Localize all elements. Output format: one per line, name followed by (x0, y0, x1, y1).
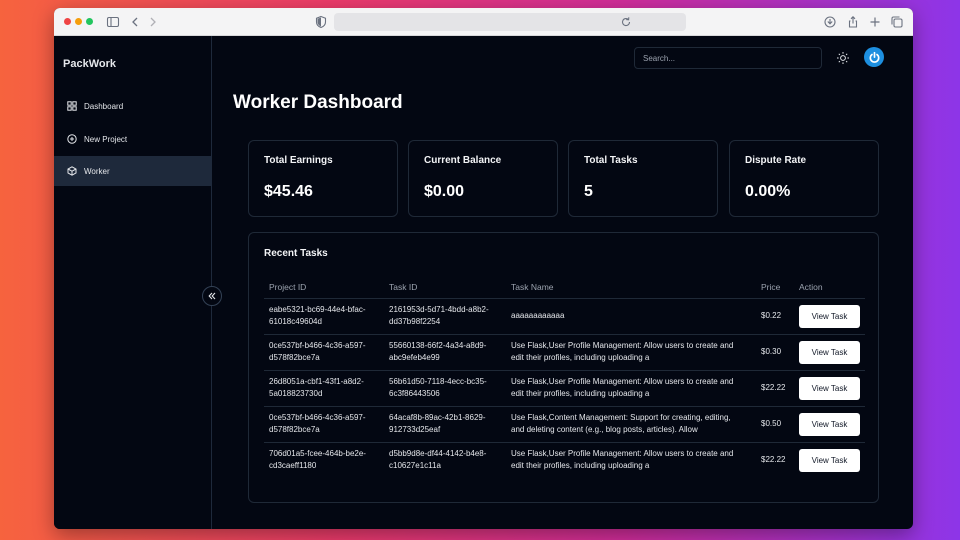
task-name-cell: Use Flask,User Profile Management: Allow… (511, 448, 734, 471)
view-task-button[interactable]: View Task (799, 448, 860, 472)
column-header-task-name: Task Name (506, 276, 756, 299)
back-arrow-icon[interactable] (128, 15, 142, 29)
task-id-cell: d5bb9d8e-df44-4142-b4e8-c10627e1c11a (389, 448, 487, 471)
action-cell: View Task (794, 370, 865, 407)
action-cell: View Task (794, 334, 865, 371)
table-row: 706d01a5-fcee-464b-be2e-cd3caeff1180 d5b… (264, 442, 865, 478)
power-icon (869, 51, 879, 63)
browser-window: PackWork Dashboard New Project Worker Se… (54, 8, 913, 529)
task-name-cell: aaaaaaaaaaaa (506, 298, 756, 335)
stat-value: 0.00% (745, 183, 791, 200)
stat-label: Current Balance (424, 155, 502, 166)
sidebar-item-new-project[interactable]: New Project (54, 124, 211, 154)
plus-circle-icon (67, 134, 77, 144)
price-cell: $22.22 (756, 370, 794, 407)
stat-value: $0.00 (424, 183, 465, 200)
stat-card-total-earnings: Total Earnings $45.46 (248, 140, 398, 217)
reload-icon[interactable] (619, 15, 633, 29)
sidebar-item-label: Worker (84, 166, 110, 176)
cube-icon (67, 166, 77, 176)
project-id-cell: 0ce537bf-b466-4c36-a597-d578f82bce7a (264, 334, 384, 371)
avatar[interactable] (864, 47, 884, 67)
task-name-cell: Use Flask,Content Management: Support fo… (506, 406, 756, 443)
project-id-cell: eabe5321-bc69-44e4-bfac-61018c49604d (264, 298, 384, 335)
grid-icon (67, 101, 77, 111)
view-task-button[interactable]: View Task (799, 304, 860, 328)
download-icon[interactable] (823, 15, 837, 29)
stat-label: Dispute Rate (745, 155, 807, 166)
shield-icon (315, 15, 327, 29)
stat-card-current-balance: Current Balance $0.00 (408, 140, 558, 217)
sidebar-item-label: New Project (84, 134, 128, 144)
action-cell: View Task (794, 442, 865, 478)
minimize-window-button[interactable] (75, 18, 82, 25)
price-cell: $0.50 (756, 406, 794, 443)
price-cell: $0.22 (756, 298, 794, 335)
task-id-cell: 56b61d50-7118-4ecc-bc35-6c3f86443506 (384, 370, 506, 407)
sun-icon[interactable] (836, 51, 850, 65)
stat-card-total-tasks: Total Tasks 5 (568, 140, 718, 217)
task-id-cell: 64acaf8b-89ac-42b1-8629-912733d25eaf (384, 406, 506, 443)
collapse-sidebar-button[interactable] (202, 286, 222, 306)
table-row: eabe5321-bc69-44e4-bfac-61018c49604d 216… (264, 298, 865, 335)
page-title: Worker Dashboard (233, 92, 403, 113)
table-row: 26d8051a-cbf1-43f1-a8d2-5a018823730d 56b… (264, 370, 865, 407)
sidebar-item-worker[interactable]: Worker (54, 156, 211, 186)
recent-tasks-title: Recent Tasks (264, 248, 328, 259)
stat-value: 5 (584, 183, 593, 200)
share-icon[interactable] (846, 15, 860, 29)
column-header-project-id: Project ID (264, 276, 384, 299)
tabs-overview-icon[interactable] (890, 15, 904, 29)
project-id-cell: 706d01a5-fcee-464b-be2e-cd3caeff1180 (269, 448, 366, 471)
table-row: 0ce537bf-b466-4c36-a597-d578f82bce7a 556… (264, 334, 865, 371)
forward-arrow-icon[interactable] (146, 15, 160, 29)
chevrons-left-icon (208, 292, 216, 300)
stat-label: Total Earnings (264, 155, 333, 166)
address-bar[interactable] (334, 13, 686, 31)
task-name-cell: Use Flask,User Profile Management: Allow… (506, 334, 756, 371)
sidebar-toggle-icon[interactable] (106, 15, 120, 29)
task-id-cell: 2161953d-5d71-4bdd-a8b2-dd37b98f2254 (384, 298, 506, 335)
column-header-action: Action (794, 276, 865, 299)
column-header-price: Price (756, 276, 794, 299)
table-header-row: Project ID Task ID Task Name Price Actio… (264, 276, 865, 299)
search-input[interactable] (634, 47, 822, 69)
action-cell: View Task (794, 298, 865, 335)
task-id-cell: 55660138-66f2-4a34-a8d9-abc9efeb4e99 (384, 334, 506, 371)
brand-logo: PackWork (63, 58, 116, 70)
recent-tasks-table: Project ID Task ID Task Name Price Actio… (264, 276, 865, 478)
sidebar-item-dashboard[interactable]: Dashboard (54, 91, 211, 121)
view-task-button[interactable]: View Task (799, 340, 860, 364)
new-tab-icon[interactable] (868, 15, 882, 29)
price-cell: $22.22 (761, 454, 786, 464)
browser-toolbar (54, 8, 913, 36)
stat-value: $45.46 (264, 183, 313, 200)
column-header-task-id: Task ID (384, 276, 506, 299)
close-window-button[interactable] (64, 18, 71, 25)
task-name-cell: Use Flask,User Profile Management: Allow… (506, 370, 756, 407)
stat-card-dispute-rate: Dispute Rate 0.00% (729, 140, 879, 217)
price-cell: $0.30 (756, 334, 794, 371)
sidebar-item-label: Dashboard (84, 101, 124, 111)
view-task-button[interactable]: View Task (799, 412, 860, 436)
view-task-button[interactable]: View Task (799, 376, 860, 400)
sidebar: PackWork Dashboard New Project Worker (54, 36, 212, 529)
maximize-window-button[interactable] (86, 18, 93, 25)
project-id-cell: 26d8051a-cbf1-43f1-a8d2-5a018823730d (264, 370, 384, 407)
recent-tasks-panel: Recent Tasks Project ID Task ID Task Nam… (248, 232, 879, 503)
stat-label: Total Tasks (584, 155, 638, 166)
project-id-cell: 0ce537bf-b466-4c36-a597-d578f82bce7a (264, 406, 384, 443)
table-row: 0ce537bf-b466-4c36-a597-d578f82bce7a 64a… (264, 406, 865, 443)
action-cell: View Task (794, 406, 865, 443)
